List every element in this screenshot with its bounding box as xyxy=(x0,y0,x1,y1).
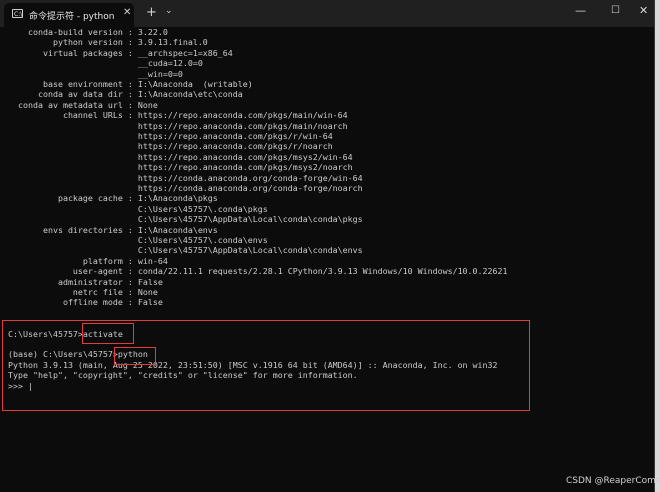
console-line: https://repo.anaconda.com/pkgs/msys2/win… xyxy=(8,151,353,162)
annotation-box-python xyxy=(114,347,156,365)
console-line: C:\Users\45757\.conda\envs xyxy=(8,235,268,245)
console-line: base environment : I:\Anaconda (writable… xyxy=(8,79,253,89)
console-line: C:\Users\45757\AppData\Local\conda\conda… xyxy=(8,214,363,225)
console-line: python version : 3.9.13.final.0 xyxy=(8,37,208,48)
console-line: envs directories : I:\Anaconda\envs xyxy=(8,224,218,235)
console-line: https://repo.anaconda.com/pkgs/msys2/noa… xyxy=(8,162,353,173)
close-button[interactable]: ✕ xyxy=(639,4,648,17)
console-line: channel URLs : https://repo.anaconda.com… xyxy=(8,110,348,121)
tab-title: 命令提示符 - python xyxy=(29,12,115,22)
console-line: https://repo.anaconda.com/pkgs/r/win-64 xyxy=(8,131,333,141)
close-tab-icon[interactable]: ✕ xyxy=(123,7,131,18)
chevron-down-icon[interactable]: ⌄ xyxy=(165,6,173,16)
terminal-icon: C:\ xyxy=(12,9,23,18)
background-window-edge xyxy=(655,0,660,492)
console-line: https://conda.anaconda.org/conda-forge/w… xyxy=(8,172,363,183)
terminal-window: C:\ 命令提示符 - python ✕ + ⌄ — ☐ ✕ conda-bui… xyxy=(0,0,655,492)
console-line: C:\Users\45757\AppData\Local\conda\conda… xyxy=(8,245,363,256)
annotation-box-activate xyxy=(82,323,134,344)
console-line: conda av metadata url : None xyxy=(8,99,158,110)
console-line: user-agent : conda/22.11.1 requests/2.28… xyxy=(8,266,508,277)
console-line: __cuda=12.0=0 xyxy=(8,58,203,69)
scrollbar[interactable] xyxy=(647,40,651,480)
watermark: CSDN @ReaperCome xyxy=(566,476,660,486)
console-line: conda-build version : 3.22.0 xyxy=(8,27,168,37)
console-line: platform : win-64 xyxy=(8,255,168,266)
tab-command-prompt[interactable]: C:\ 命令提示符 - python ✕ xyxy=(4,3,134,27)
console-line: https://repo.anaconda.com/pkgs/main/noar… xyxy=(8,120,348,131)
console-line: offline mode : False xyxy=(8,297,163,308)
console-line: conda av data dir : I:\Anaconda\etc\cond… xyxy=(8,89,243,100)
console-output[interactable]: conda-build version : 3.22.0 python vers… xyxy=(0,27,654,492)
console-line: package cache : I:\Anaconda\pkgs xyxy=(8,193,218,204)
new-tab-button[interactable]: + xyxy=(146,5,157,20)
console-line: virtual packages : __archspec=1=x86_64 xyxy=(8,47,233,58)
console-line: C:\Users\45757\.conda\pkgs xyxy=(8,203,268,214)
console-line: netrc file : None xyxy=(8,287,158,297)
title-bar: C:\ 命令提示符 - python ✕ + ⌄ — ☐ ✕ xyxy=(0,0,654,27)
console-line: https://conda.anaconda.org/conda-forge/n… xyxy=(8,183,363,193)
minimize-button[interactable]: — xyxy=(575,4,586,17)
console-line: https://repo.anaconda.com/pkgs/r/noarch xyxy=(8,141,333,152)
maximize-button[interactable]: ☐ xyxy=(611,5,620,16)
console-line: __win=0=0 xyxy=(8,68,183,79)
console-line: administrator : False xyxy=(8,276,163,287)
